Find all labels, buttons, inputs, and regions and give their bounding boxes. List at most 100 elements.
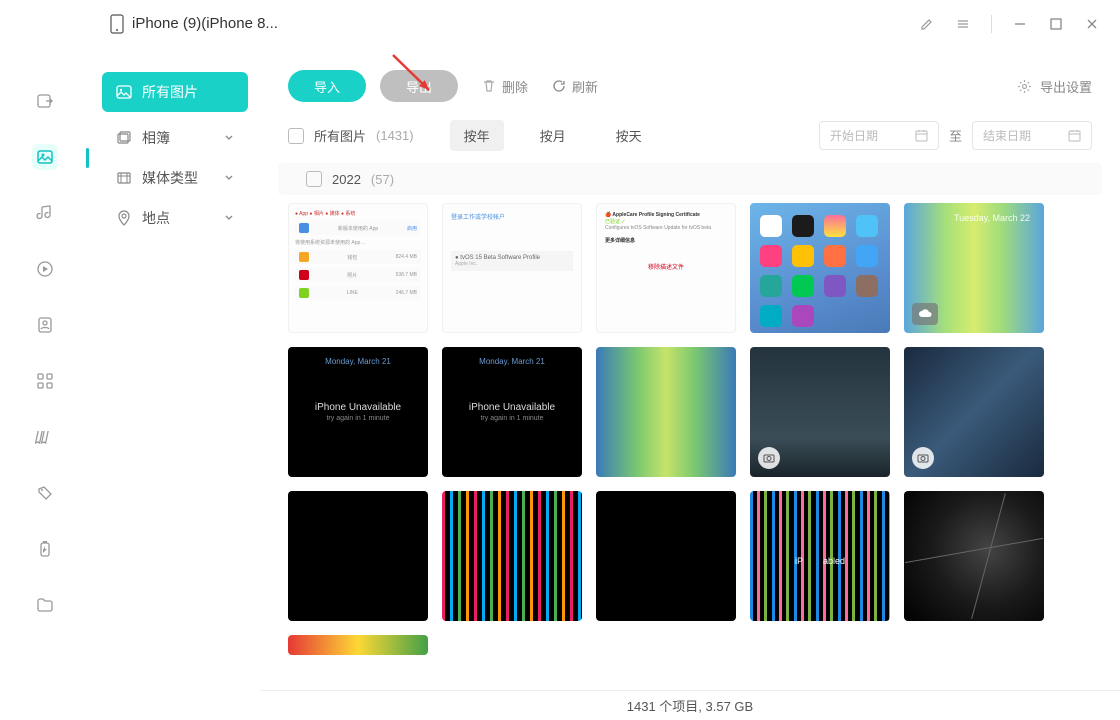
seg-by-month[interactable]: 按月 bbox=[526, 120, 580, 151]
photo-grid: ● App ● 相片 ● 媒体 ● 系统 新版本使用的 App启用 将使用系统资… bbox=[288, 203, 1102, 655]
export-button[interactable]: 导出 bbox=[380, 70, 458, 102]
thumb-msg: iPhone Unavailable bbox=[469, 402, 555, 413]
divider bbox=[991, 15, 992, 33]
refresh-label: 刷新 bbox=[572, 77, 598, 96]
photo-thumbnail[interactable]: Monday, March 21iPhone Unavailabletry ag… bbox=[442, 347, 582, 477]
album-icon bbox=[116, 130, 132, 146]
year-label: 2022 bbox=[332, 172, 361, 187]
delete-button[interactable]: 删除 bbox=[482, 77, 528, 96]
chevron-down-icon bbox=[224, 213, 234, 223]
calendar-icon bbox=[915, 129, 928, 142]
sidebar-item-media-type[interactable]: 媒体类型 bbox=[102, 158, 248, 198]
refresh-button[interactable]: 刷新 bbox=[552, 77, 598, 96]
end-date-input[interactable]: 结束日期 bbox=[972, 121, 1092, 150]
rail-video-icon[interactable] bbox=[32, 256, 58, 282]
camera-icon bbox=[758, 447, 780, 469]
photo-thumbnail[interactable] bbox=[904, 491, 1044, 621]
rail-back-icon[interactable] bbox=[32, 88, 58, 114]
refresh-icon bbox=[552, 79, 566, 93]
menu-icon[interactable] bbox=[955, 16, 971, 32]
edit-icon[interactable] bbox=[919, 16, 935, 32]
sidebar-media-label: 媒体类型 bbox=[142, 168, 198, 188]
photo-thumbnail[interactable] bbox=[288, 635, 428, 655]
photo-thumbnail[interactable]: 登录工作或学校帐户● tvOS 15 Beta Software Profile… bbox=[442, 203, 582, 333]
photo-thumbnail[interactable] bbox=[904, 347, 1044, 477]
photo-thumbnail[interactable] bbox=[596, 347, 736, 477]
chevron-down-icon bbox=[224, 173, 234, 183]
seg-by-year[interactable]: 按年 bbox=[450, 120, 504, 151]
camera-icon bbox=[912, 447, 934, 469]
filter-all-label: 所有图片 bbox=[314, 126, 366, 145]
sidebar: 所有图片 相簿 媒体类型 地点 bbox=[90, 48, 260, 720]
sidebar-albums-label: 相簿 bbox=[142, 128, 170, 148]
sidebar-item-albums[interactable]: 相簿 bbox=[102, 118, 248, 158]
thumb-msg: iPhone Unavailable bbox=[315, 402, 401, 413]
photo-grid-scroll[interactable]: ● App ● 相片 ● 媒体 ● 系统 新版本使用的 App启用 将使用系统资… bbox=[260, 203, 1120, 690]
thumb-sub: try again in 1 minute bbox=[326, 415, 389, 422]
photo-thumbnail[interactable]: 🍎 AppleCare Profile Signing Certificate已… bbox=[596, 203, 736, 333]
select-all-checkbox[interactable] bbox=[288, 128, 304, 144]
photo-thumbnail[interactable]: Monday, March 21 iPhone Unavailable try ag… bbox=[288, 347, 428, 477]
thumb-date: Monday, March 21 bbox=[325, 357, 391, 366]
photo-thumbnail[interactable] bbox=[750, 203, 890, 333]
delete-label: 删除 bbox=[502, 77, 528, 96]
content-area: 导入 导出 删除 刷新 导出设置 所有图片 (1431) 按年 bbox=[260, 48, 1120, 720]
cloud-icon bbox=[912, 303, 938, 325]
photo-thumbnail[interactable] bbox=[596, 635, 736, 655]
minimize-button[interactable] bbox=[1012, 16, 1028, 32]
photo-thumbnail[interactable] bbox=[288, 491, 428, 621]
photo-thumbnail[interactable]: Tuesday, March 22 bbox=[904, 203, 1044, 333]
maximize-button[interactable] bbox=[1048, 16, 1064, 32]
photo-thumbnail[interactable] bbox=[442, 491, 582, 621]
calendar-icon bbox=[1068, 129, 1081, 142]
sidebar-all-photos-label: 所有图片 bbox=[142, 82, 198, 102]
device-name: iPhone (9)(iPhone 8... bbox=[132, 15, 278, 32]
phone-icon bbox=[110, 14, 124, 34]
photo-thumbnail[interactable]: iP abled bbox=[750, 491, 890, 621]
export-settings-label: 导出设置 bbox=[1040, 77, 1092, 96]
import-button[interactable]: 导入 bbox=[288, 70, 366, 102]
photo-thumbnail[interactable] bbox=[596, 491, 736, 621]
thumb-date: Monday, March 21 bbox=[479, 357, 545, 366]
media-icon bbox=[116, 170, 132, 186]
status-text: 1431 个项目, 3.57 GB bbox=[627, 696, 753, 715]
year-count: (57) bbox=[371, 172, 394, 187]
thumb-date: Tuesday, March 22 bbox=[954, 213, 1030, 223]
rail-files-icon[interactable] bbox=[32, 592, 58, 618]
title-bar: iPhone (9)(iPhone 8... bbox=[0, 0, 1120, 48]
trash-icon bbox=[482, 79, 496, 93]
filter-bar: 所有图片 (1431) 按年 按月 按天 开始日期 至 结束日期 bbox=[260, 114, 1120, 163]
rail-books-icon[interactable] bbox=[32, 424, 58, 450]
year-group-header[interactable]: 2022 (57) bbox=[278, 163, 1102, 195]
year-checkbox[interactable] bbox=[306, 171, 322, 187]
rail-apps-icon[interactable] bbox=[32, 368, 58, 394]
left-rail bbox=[0, 48, 90, 720]
export-settings-button[interactable]: 导出设置 bbox=[1017, 77, 1092, 96]
gear-icon bbox=[1017, 79, 1032, 94]
status-bar: 1431 个项目, 3.57 GB bbox=[260, 690, 1120, 720]
rail-photos-icon[interactable] bbox=[32, 144, 58, 170]
rail-contacts-icon[interactable] bbox=[32, 312, 58, 338]
seg-by-day[interactable]: 按天 bbox=[602, 120, 656, 151]
sidebar-item-location[interactable]: 地点 bbox=[102, 198, 248, 238]
image-icon bbox=[116, 84, 132, 100]
date-to-label: 至 bbox=[949, 126, 962, 145]
filter-all-count: (1431) bbox=[376, 128, 414, 143]
close-button[interactable] bbox=[1084, 16, 1100, 32]
start-date-input[interactable]: 开始日期 bbox=[819, 121, 939, 150]
time-segment: 按年 按月 按天 bbox=[450, 120, 656, 151]
photo-thumbnail[interactable] bbox=[904, 635, 1044, 655]
toolbar: 导入 导出 删除 刷新 导出设置 bbox=[260, 48, 1120, 114]
photo-thumbnail[interactable] bbox=[750, 635, 890, 655]
sidebar-item-all-photos[interactable]: 所有图片 bbox=[102, 72, 248, 112]
start-date-placeholder: 开始日期 bbox=[830, 127, 878, 144]
end-date-placeholder: 结束日期 bbox=[983, 127, 1031, 144]
sidebar-location-label: 地点 bbox=[142, 208, 170, 228]
rail-music-icon[interactable] bbox=[32, 200, 58, 226]
photo-thumbnail[interactable] bbox=[750, 347, 890, 477]
chevron-down-icon bbox=[224, 133, 234, 143]
photo-thumbnail[interactable] bbox=[442, 635, 582, 655]
rail-battery-icon[interactable] bbox=[32, 536, 58, 562]
rail-tags-icon[interactable] bbox=[32, 480, 58, 506]
photo-thumbnail[interactable]: ● App ● 相片 ● 媒体 ● 系统 新版本使用的 App启用 将使用系统资… bbox=[288, 203, 428, 333]
